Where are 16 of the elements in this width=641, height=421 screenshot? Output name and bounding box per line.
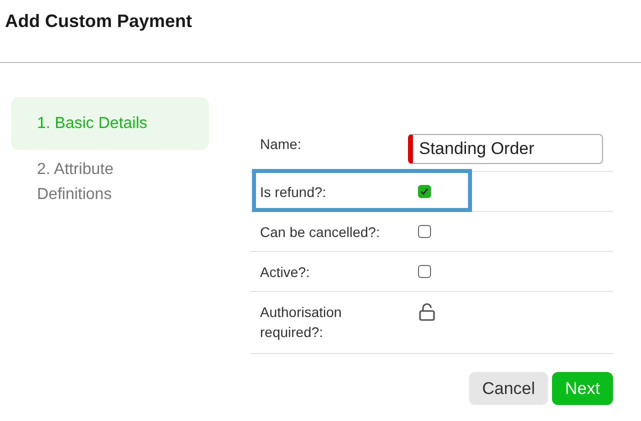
checkmark-icon	[420, 187, 429, 196]
field-label: Authorisation required?:	[260, 303, 343, 342]
field-label: Is refund?:	[260, 182, 328, 202]
wizard-step[interactable]: 1. Basic Details	[11, 97, 209, 150]
checkbox[interactable]	[418, 225, 431, 238]
field-label: Active?:	[260, 262, 311, 282]
wizard-step[interactable]: 2. Attribute Definitions	[11, 153, 161, 221]
field-label: Can be cancelled?:	[260, 222, 381, 242]
next-button[interactable]: Next	[552, 372, 613, 405]
name-field[interactable]: Standing Order	[408, 134, 603, 164]
dialog-title: Add Custom Payment	[5, 10, 194, 33]
cancel-button[interactable]: Cancel	[469, 372, 548, 405]
checkbox[interactable]	[418, 185, 431, 198]
field-label: Name:	[260, 135, 302, 154]
checkbox[interactable]	[418, 265, 431, 278]
unlocked-padlock-icon[interactable]	[418, 302, 436, 322]
